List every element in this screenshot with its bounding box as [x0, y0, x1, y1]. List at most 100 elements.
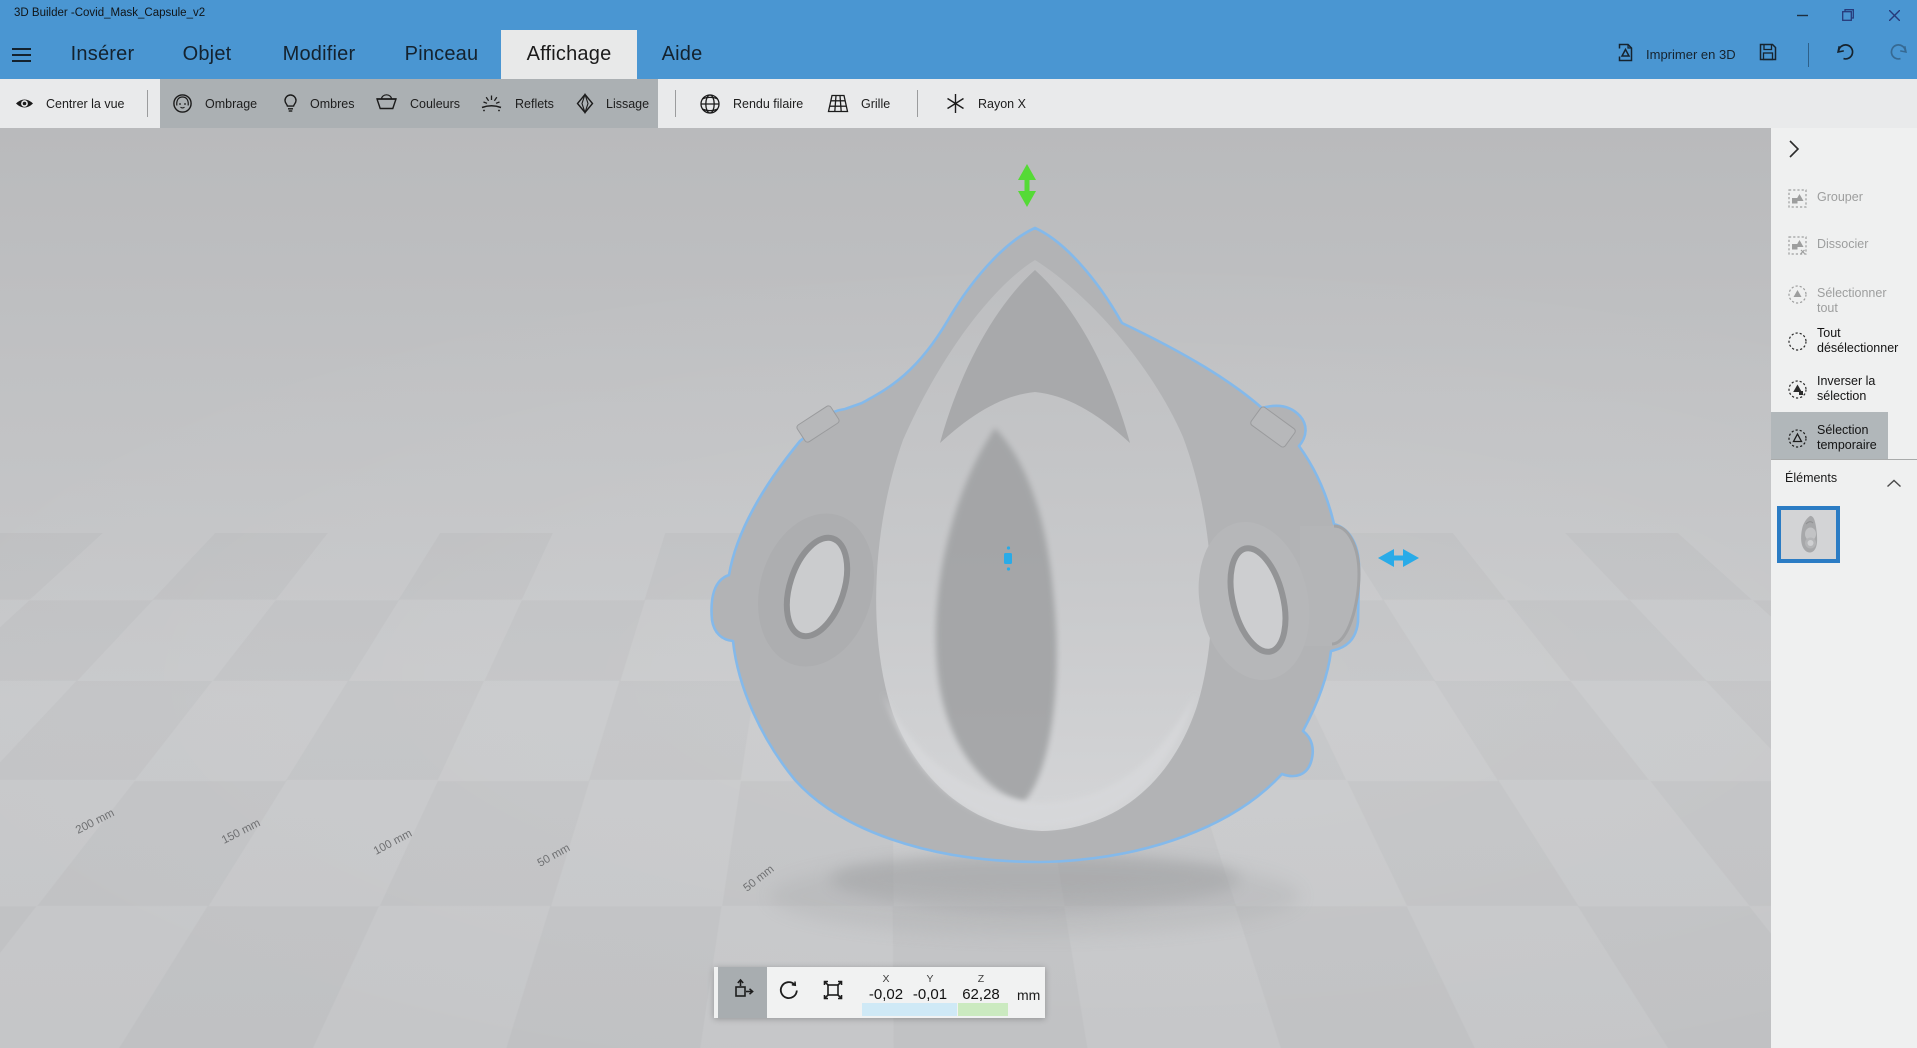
- axis-y-field[interactable]: Y -0,01: [905, 967, 955, 1003]
- rotate-icon: [777, 978, 801, 1007]
- shading-button[interactable]: Ombrage: [172, 79, 257, 128]
- colors-label: Couleurs: [410, 96, 461, 111]
- panel-item-inverser-selection[interactable]: Inverser la sélection: [1817, 374, 1893, 404]
- scale-icon: [821, 978, 845, 1007]
- menu-bar: Insérer Objet Modifier Pinceau Affichage…: [0, 30, 1917, 79]
- center-view-button[interactable]: Centrer la vue: [15, 79, 125, 128]
- xray-button[interactable]: Rayon X: [945, 79, 1026, 128]
- print-3d-button[interactable]: Imprimer en 3D: [1615, 30, 1736, 79]
- lightbulb-icon: [283, 93, 298, 114]
- element-thumbnail[interactable]: [1777, 506, 1840, 563]
- rotate-tool-button[interactable]: [767, 967, 811, 1018]
- menubar-separator: [1808, 43, 1809, 67]
- restore-button[interactable]: [1825, 0, 1871, 30]
- sparkle-icon: [480, 94, 503, 113]
- save-icon: [1758, 42, 1778, 67]
- panel-collapse-button[interactable]: [1783, 138, 1805, 164]
- elements-header: Éléments: [1785, 471, 1838, 485]
- panel-item-grouper[interactable]: Grouper: [1817, 190, 1893, 205]
- undo-button[interactable]: [1834, 30, 1856, 79]
- hamburger-menu-button[interactable]: [12, 44, 38, 66]
- axis-y-value: -0,01: [912, 986, 948, 1003]
- floor-label: 100 mm: [372, 828, 414, 858]
- colors-button[interactable]: Couleurs: [375, 79, 460, 128]
- floor-label: 50 mm: [536, 842, 573, 870]
- model-reflection: [770, 856, 1300, 936]
- toolbar-separator: [917, 90, 918, 117]
- print-3d-label: Imprimer en 3D: [1646, 47, 1736, 62]
- transform-bar: X -0,02 Y -0,01 Z 62,28 mm: [714, 967, 1045, 1018]
- xray-icon: [945, 93, 966, 114]
- wireframe-button[interactable]: Rendu filaire: [699, 79, 803, 128]
- axis-x-value: -0,02: [868, 986, 904, 1003]
- close-icon: [1888, 9, 1900, 21]
- shadows-label: Ombres: [310, 96, 355, 111]
- wireframe-label: Rendu filaire: [733, 96, 804, 111]
- view-toolbar: Centrer la vue Ombrage Ombres Couleurs R…: [0, 79, 1917, 128]
- 3d-builder-window: 3D Builder -Covid_Mask_Capsule_v2 Insére…: [0, 0, 1917, 1048]
- grid-icon: [827, 94, 849, 113]
- reflections-label: Reflets: [515, 96, 554, 111]
- move-icon: [731, 978, 755, 1007]
- wireframe-globe-icon: [699, 93, 721, 115]
- grid-button[interactable]: Grille: [827, 79, 890, 128]
- menu-modifier[interactable]: Modifier: [258, 30, 380, 79]
- center-view-label: Centrer la vue: [46, 96, 125, 111]
- element-thumbnail-mask: [1801, 515, 1818, 553]
- chevron-up-icon[interactable]: [1886, 475, 1902, 493]
- panel-item-dissocier[interactable]: Dissocier: [1817, 237, 1893, 252]
- xray-label: Rayon X: [978, 96, 1026, 111]
- toolbar-separator: [147, 90, 148, 117]
- title-bar: 3D Builder -Covid_Mask_Capsule_v2: [0, 0, 1917, 30]
- invert-selection-icon: [1787, 379, 1807, 399]
- eye-icon: [15, 97, 34, 110]
- redo-icon: [1888, 41, 1910, 68]
- grid-label: Grille: [861, 96, 891, 111]
- close-button[interactable]: [1871, 0, 1917, 30]
- menu-objet[interactable]: Objet: [157, 30, 257, 79]
- scene-canvas: 200 mm 150 mm 100 mm 50 mm 50 mm: [74, 164, 1419, 936]
- save-button[interactable]: [1758, 30, 1778, 79]
- minimize-button[interactable]: [1779, 0, 1825, 30]
- scale-tool-button[interactable]: [811, 967, 855, 1018]
- floor-label: 150 mm: [220, 817, 262, 847]
- smoothing-button[interactable]: Lissage: [576, 79, 649, 128]
- shadows-button[interactable]: Ombres: [283, 79, 354, 128]
- floor-label: 200 mm: [74, 807, 116, 837]
- viewport-3d[interactable]: 200 mm 150 mm 100 mm 50 mm 50 mm X -0,02…: [0, 128, 1771, 1048]
- selection-panel: Grouper Dissocier Sélectionner tout Tout…: [1771, 128, 1917, 1048]
- paint-bucket-icon: [375, 94, 398, 113]
- axis-x-label: X: [882, 973, 890, 985]
- menu-pinceau[interactable]: Pinceau: [382, 30, 501, 79]
- gem-icon: [576, 93, 594, 114]
- panel-item-selection-temporaire[interactable]: Sélection temporaire: [1817, 423, 1893, 453]
- print-3d-icon: [1615, 42, 1636, 68]
- gizmo-horizontal-arrow[interactable]: [1378, 549, 1419, 567]
- deselect-all-icon: [1787, 331, 1807, 351]
- mask-model[interactable]: [710, 226, 1361, 864]
- menu-affichage[interactable]: Affichage: [501, 30, 637, 79]
- unit-label: mm: [1017, 987, 1041, 1003]
- ungroup-icon: [1787, 235, 1807, 255]
- redo-button[interactable]: [1888, 30, 1910, 79]
- axis-z-field[interactable]: Z 62,28: [954, 967, 1008, 1003]
- floor-label: 50 mm: [741, 863, 776, 894]
- panel-item-selectionner-tout[interactable]: Sélectionner tout: [1817, 286, 1893, 316]
- shading-face-icon: [172, 93, 193, 114]
- move-tool-button[interactable]: [718, 967, 767, 1018]
- axis-z-label: Z: [977, 973, 985, 985]
- reflections-button[interactable]: Reflets: [480, 79, 554, 128]
- smoothing-label: Lissage: [606, 96, 650, 111]
- menu-aide[interactable]: Aide: [638, 30, 726, 79]
- floor-axis-labels: 200 mm 150 mm 100 mm 50 mm 50 mm: [74, 807, 777, 894]
- gizmo-vertical-arrow[interactable]: [1018, 164, 1036, 207]
- menu-inserer[interactable]: Insérer: [49, 30, 156, 79]
- minimize-icon: [1796, 10, 1808, 21]
- restore-icon: [1842, 9, 1854, 21]
- group-icon: [1787, 188, 1807, 208]
- panel-item-tout-deselectionner[interactable]: Tout désélectionner: [1817, 326, 1898, 356]
- temporary-selection-icon: [1787, 428, 1807, 448]
- window-title: 3D Builder -Covid_Mask_Capsule_v2: [14, 7, 206, 19]
- axis-z-value: 62,28: [962, 986, 1000, 1003]
- axis-x-field[interactable]: X -0,02: [861, 967, 911, 1003]
